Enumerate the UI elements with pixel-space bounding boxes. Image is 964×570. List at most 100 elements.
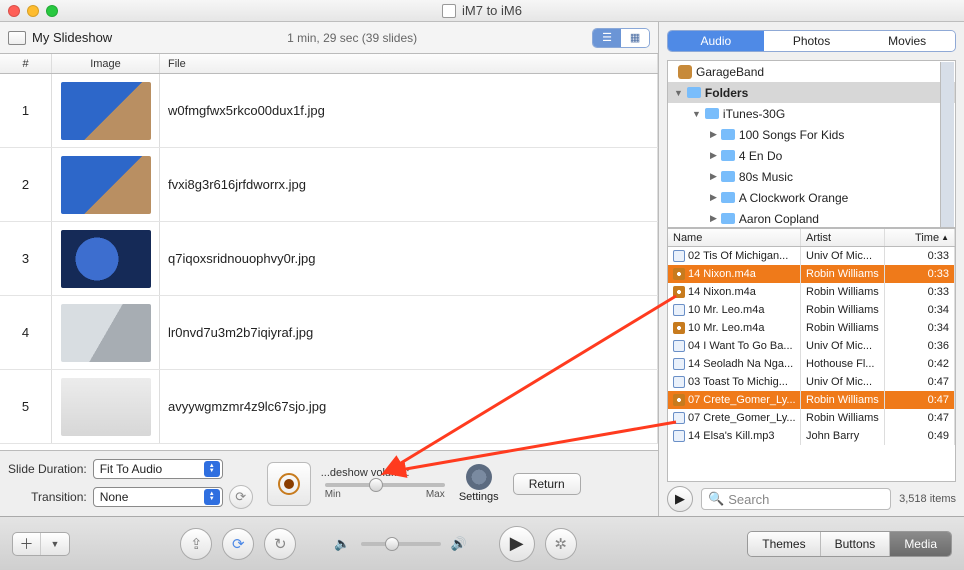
duration-label: Slide Duration: — [8, 462, 87, 476]
folder-icon — [705, 108, 719, 119]
song-icon — [673, 340, 685, 352]
share-button[interactable]: ⇪ — [180, 528, 212, 560]
settings-gear-icon[interactable] — [466, 464, 492, 490]
volume-high-icon: 🔊 — [451, 536, 467, 552]
folder-icon — [721, 150, 735, 161]
song-row[interactable]: 03 Toast To Michig... Univ Of Mic... 0:4… — [668, 373, 955, 391]
file-name: lr0nvd7u3m2b7iqiyraf.jpg — [160, 296, 658, 369]
disclosure-icon[interactable]: ▶ — [710, 213, 717, 224]
col-artist[interactable]: Artist — [801, 229, 885, 246]
list-view-icon[interactable]: ☰ — [593, 29, 621, 47]
file-name: fvxi8g3r616jrfdworrx.jpg — [160, 148, 658, 221]
song-row[interactable]: 10 Mr. Leo.m4a Robin Williams 0:34 — [668, 301, 955, 319]
song-table[interactable]: Name Artist Time▲ 02 Tis Of Michigan... … — [667, 228, 956, 482]
master-volume[interactable] — [385, 537, 399, 551]
slideshow-panel: My Slideshow 1 min, 29 sec (39 slides) ☰… — [0, 22, 658, 516]
item-count: 3,518 items — [899, 493, 956, 505]
volume-slider[interactable] — [325, 483, 445, 487]
loop-button[interactable]: ⟳ — [222, 528, 254, 560]
song-row[interactable]: 07 Crete_Gomer_Ly... Robin Williams 0:47 — [668, 409, 955, 427]
disclosure-icon[interactable]: ▶ — [710, 129, 717, 140]
tree-item[interactable]: GarageBand — [668, 61, 955, 82]
song-icon — [673, 250, 685, 262]
slide-thumb[interactable] — [61, 378, 151, 436]
themes-button[interactable]: Themes — [748, 532, 820, 556]
scrollbar[interactable] — [940, 62, 954, 228]
col-number[interactable]: # — [0, 54, 52, 73]
song-row[interactable]: 04 I Want To Go Ba... Univ Of Mic... 0:3… — [668, 337, 955, 355]
slideshow-name: My Slideshow — [32, 30, 112, 45]
song-row[interactable]: 10 Mr. Leo.m4a Robin Williams 0:34 — [668, 319, 955, 337]
song-row[interactable]: 07 Crete_Gomer_Ly... Robin Williams 0:47 — [668, 391, 955, 409]
bottom-toolbar: ＋▼ ⇪ ⟳ ↻ 🔈 🔊 ▶ ✲ Themes Buttons Media — [0, 516, 964, 570]
col-file[interactable]: File — [160, 54, 658, 73]
tab-movies[interactable]: Movies — [859, 31, 955, 51]
eye-icon — [278, 473, 300, 495]
col-time[interactable]: Time▲ — [885, 229, 955, 246]
play-slideshow[interactable]: ▶ — [499, 526, 535, 562]
song-row[interactable]: 14 Nixon.m4a Robin Williams 0:33 — [668, 283, 955, 301]
tree-item[interactable]: ▶100 Songs For Kids — [668, 124, 955, 145]
table-row[interactable]: 5 avyywgmzmr4z9lc67sjo.jpg — [0, 370, 658, 444]
folder-icon — [687, 87, 701, 98]
file-name: avyywgmzmr4z9lc67sjo.jpg — [160, 370, 658, 443]
tree-item[interactable]: ▶80s Music — [668, 166, 955, 187]
slide-thumb[interactable] — [61, 156, 151, 214]
buttons-button[interactable]: Buttons — [821, 532, 891, 556]
table-row[interactable]: 4 lr0nvd7u3m2b7iqiyraf.jpg — [0, 296, 658, 370]
tab-photos[interactable]: Photos — [764, 31, 860, 51]
transition-select[interactable]: None▲▼ — [93, 487, 223, 507]
tree-item[interactable]: ▼iTunes-30G — [668, 103, 955, 124]
file-name: w0fmgfwx5rkco00dux1f.jpg — [160, 74, 658, 147]
table-row[interactable]: 1 w0fmgfwx5rkco00dux1f.jpg — [0, 74, 658, 148]
preview-button[interactable] — [267, 462, 311, 506]
garageband-icon — [678, 65, 692, 79]
song-row[interactable]: 02 Tis Of Michigan... Univ Of Mic... 0:3… — [668, 247, 955, 265]
col-image[interactable]: Image — [52, 54, 160, 73]
media-panel: Audio Photos Movies GarageBand▼Folders▼i… — [658, 22, 964, 516]
disclosure-icon[interactable]: ▼ — [692, 109, 701, 119]
search-icon: 🔍 — [708, 491, 724, 507]
tab-audio[interactable]: Audio — [668, 31, 764, 51]
grid-view-icon[interactable]: ▦ — [621, 29, 649, 47]
slideshow-icon[interactable] — [8, 31, 26, 45]
slide-thumb[interactable] — [61, 230, 151, 288]
tree-item[interactable]: ▶4 En Do — [668, 145, 955, 166]
song-icon — [673, 286, 685, 298]
song-icon — [673, 412, 685, 424]
media-button[interactable]: Media — [890, 532, 951, 556]
song-icon — [673, 358, 685, 370]
play-button[interactable]: ▶ — [667, 486, 693, 512]
search-input[interactable]: 🔍Search — [701, 488, 891, 510]
file-name: q7iqoxsridnouophvy0r.jpg — [160, 222, 658, 295]
view-switch[interactable]: ☰ ▦ — [592, 28, 650, 48]
col-name[interactable]: Name — [668, 229, 801, 246]
add-button[interactable]: ＋▼ — [12, 532, 70, 556]
folder-icon — [721, 192, 735, 203]
song-row[interactable]: 14 Elsa's Kill.mp3 John Barry 0:49 — [668, 427, 955, 445]
titlebar: iM7 to iM6 — [0, 0, 964, 22]
tree-item[interactable]: ▶Aaron Copland — [668, 208, 955, 228]
source-tree[interactable]: GarageBand▼Folders▼iTunes-30G▶100 Songs … — [667, 60, 956, 228]
duration-select[interactable]: Fit To Audio▲▼ — [93, 459, 223, 479]
tree-item[interactable]: ▶A Clockwork Orange — [668, 187, 955, 208]
folder-icon — [721, 213, 735, 224]
disclosure-icon[interactable]: ▶ — [710, 192, 717, 203]
sync-button[interactable]: ↻ — [264, 528, 296, 560]
burn-button[interactable]: ✲ — [545, 528, 577, 560]
slide-thumb[interactable] — [61, 82, 151, 140]
rotate-button[interactable]: ⟳ — [229, 485, 253, 509]
table-row[interactable]: 3 q7iqoxsridnouophvy0r.jpg — [0, 222, 658, 296]
table-row[interactable]: 2 fvxi8g3r616jrfdworrx.jpg — [0, 148, 658, 222]
slide-thumb[interactable] — [61, 304, 151, 362]
disclosure-icon[interactable]: ▼ — [674, 88, 683, 98]
return-button[interactable]: Return — [513, 473, 581, 495]
disclosure-icon[interactable]: ▶ — [710, 150, 717, 161]
transition-label: Transition: — [8, 490, 87, 504]
song-row[interactable]: 14 Nixon.m4a Robin Williams 0:33 — [668, 265, 955, 283]
document-icon — [442, 4, 456, 18]
song-row[interactable]: 14 Seoladh Na Nga... Hothouse Fl... 0:42 — [668, 355, 955, 373]
song-icon — [673, 304, 685, 316]
disclosure-icon[interactable]: ▶ — [710, 171, 717, 182]
tree-item[interactable]: ▼Folders — [668, 82, 955, 103]
